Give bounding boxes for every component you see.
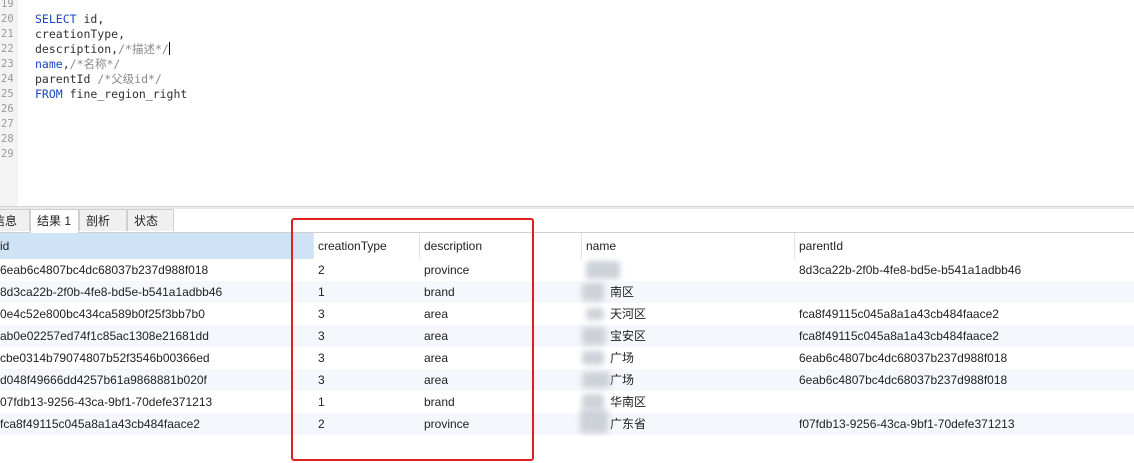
line-number: 27	[1, 118, 14, 130]
code-text: FROM fine_region_right	[35, 87, 187, 102]
sql-comment: /*父级id*/	[97, 72, 162, 86]
cell-id[interactable]: d048f49666dd4257b61a9868881b020f	[0, 369, 296, 391]
sql-text: creationType,	[35, 27, 126, 41]
code-line: 27	[0, 117, 1134, 132]
tab-messages[interactable]: 信息	[0, 209, 30, 231]
tab-messages-label: 信息	[0, 214, 18, 228]
redacted-blur	[586, 308, 604, 320]
code-line: 25 FROM fine_region_right	[0, 87, 1134, 102]
code-line: 21 creationType,	[0, 27, 1134, 42]
cell-name[interactable]: 南区	[582, 281, 795, 303]
sql-text: fine_region_right	[62, 87, 188, 101]
tab-result-1[interactable]: 结果 1	[30, 209, 79, 233]
cell-id[interactable]: 6eab6c4807bc4dc68037b237d988f018	[0, 259, 296, 281]
cell-name[interactable]: 广场	[582, 347, 795, 369]
redacted-blur	[582, 394, 604, 410]
code-line: 23 name,/*名称*/	[0, 57, 1134, 72]
code-text: creationType,	[35, 27, 125, 42]
column-header-id[interactable]: id	[0, 233, 314, 259]
code-line: 29	[0, 147, 1134, 162]
table-row[interactable]: ab0e02257ed74f1c85ac1308e21681dd 3 area 宝安区…	[0, 325, 1134, 347]
line-number: 19	[1, 0, 14, 10]
tab-profile-label: 剖析	[86, 214, 111, 228]
cell-name[interactable]: 宝安区	[582, 325, 795, 347]
line-number: 25	[1, 88, 14, 100]
sql-keyword: name	[35, 57, 63, 71]
tab-result-1-label: 结果 1	[37, 214, 72, 228]
text-cursor	[168, 42, 170, 55]
line-number: 28	[1, 133, 14, 145]
line-number: 23	[1, 58, 14, 70]
code-line: 26	[0, 102, 1134, 117]
column-header-name[interactable]: name	[582, 233, 795, 259]
redacted-blur	[582, 351, 604, 365]
cell-parent-id[interactable]: fca8f49115c045a8a1a43cb484faace2	[795, 325, 1134, 347]
line-number: 21	[1, 28, 14, 40]
cell-parent-id[interactable]: 6eab6c4807bc4dc68037b237d988f018	[795, 347, 1134, 369]
code-line: 19	[0, 0, 1134, 12]
sql-text: ,	[62, 57, 70, 71]
cell-parent-id[interactable]: 6eab6c4807bc4dc68037b237d988f018	[795, 369, 1134, 391]
table-row[interactable]: d048f49666dd4257b61a9868881b020f 3 area 广场 6…	[0, 369, 1134, 391]
sql-text: parentId	[35, 72, 98, 86]
redacted-blur	[582, 327, 606, 345]
code-line: 22 description,/*描述*/	[0, 42, 1134, 57]
cell-parent-id[interactable]: 8d3ca22b-2f0b-4fe8-bd5e-b541a1adbb46	[795, 259, 1134, 281]
code-text: name,/*名称*/	[35, 57, 120, 72]
cell-parent-id[interactable]	[795, 391, 1134, 413]
cell-id[interactable]: 0e4c52e800bc434ca589b0f25f3bb7b0	[0, 303, 296, 325]
line-number: 24	[1, 73, 14, 85]
cell-parent-id[interactable]	[795, 281, 1134, 303]
sql-editor[interactable]: 19 20 SELECT id, 21 creationType, 22 descripti…	[0, 0, 1134, 206]
column-header-parent-id[interactable]: parentId	[795, 233, 1134, 259]
result-grid[interactable]: id creationType description name parentI…	[0, 233, 1134, 463]
line-number: 22	[1, 43, 14, 55]
table-row[interactable]: 0e4c52e800bc434ca589b0f25f3bb7b0 3 area 天河区…	[0, 303, 1134, 325]
redacted-blur	[580, 409, 608, 433]
table-row[interactable]: fca8f49115c045a8a1a43cb484faace2 2 provinc…	[0, 409, 1134, 435]
redacted-blur	[582, 283, 604, 301]
sql-text: id,	[76, 12, 105, 26]
code-line: 20 SELECT id,	[0, 12, 1134, 27]
cell-name[interactable]: 广东省	[582, 413, 795, 435]
cell-parent-id[interactable]: f07fdb13-9256-43ca-9bf1-70defe371213	[795, 413, 1134, 435]
table-row[interactable]: 8d3ca22b-2f0b-4fe8-bd5e-b541a1adbb46 1 bra…	[0, 281, 1134, 303]
cell-name[interactable]: 华南区	[582, 391, 795, 413]
code-line: 24 parentId /*父级id*/	[0, 72, 1134, 87]
cell-id[interactable]: fca8f49115c045a8a1a43cb484faace2	[0, 413, 296, 435]
cell-name[interactable]: 天河区	[582, 303, 795, 325]
cell-name[interactable]: 广场	[582, 369, 795, 391]
code-text: description,/*描述*/	[35, 42, 170, 57]
code-text: parentId /*父级id*/	[35, 72, 162, 87]
line-number: 29	[1, 148, 14, 160]
result-tab-bar: 信息 结果 1 剖析 状态	[0, 209, 1134, 233]
cell-id[interactable]: 07fdb13-9256-43ca-9bf1-70defe371213	[0, 391, 296, 413]
table-row[interactable]: cbe0314b79074807b52f3546b00366ed 3 area 广场 6…	[0, 347, 1134, 369]
table-row[interactable]: 07fdb13-9256-43ca-9bf1-70defe371213 1 bran…	[0, 391, 1134, 413]
cell-id[interactable]: ab0e02257ed74f1c85ac1308e21681dd	[0, 325, 296, 347]
code-text: SELECT id,	[35, 12, 104, 27]
cell-id[interactable]: cbe0314b79074807b52f3546b00366ed	[0, 347, 296, 369]
redacted-blur	[586, 261, 620, 279]
sql-keyword: SELECT	[35, 12, 77, 26]
cell-parent-id[interactable]: fca8f49115c045a8a1a43cb484faace2	[795, 303, 1134, 325]
sql-comment: /*描述*/	[118, 42, 169, 56]
tab-status-label: 状态	[134, 214, 159, 228]
sql-comment: /*名称*/	[69, 57, 121, 71]
cell-id[interactable]: 8d3ca22b-2f0b-4fe8-bd5e-b541a1adbb46	[0, 281, 296, 303]
highlight-box	[291, 218, 534, 461]
redacted-blur	[582, 372, 610, 388]
sql-keyword: FROM	[35, 87, 63, 101]
line-number: 20	[1, 13, 14, 25]
sql-text: description,	[35, 42, 119, 56]
table-row[interactable]: 6eab6c4807bc4dc68037b237d988f018 2 provinc…	[0, 259, 1134, 281]
code-line: 28	[0, 132, 1134, 147]
tab-status[interactable]: 状态	[127, 209, 174, 231]
tab-profile[interactable]: 剖析	[79, 209, 127, 231]
line-number: 26	[1, 103, 14, 115]
